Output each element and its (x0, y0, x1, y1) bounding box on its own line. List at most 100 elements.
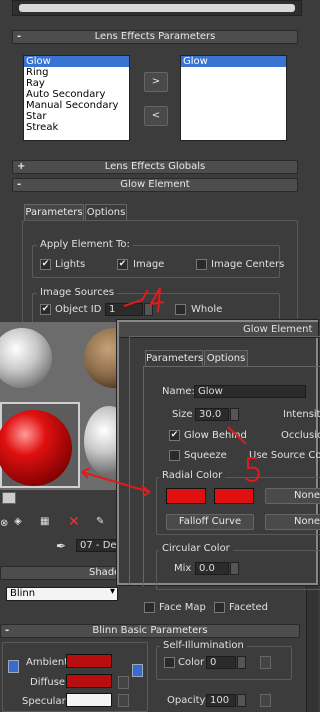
tab-options[interactable]: Options (85, 204, 127, 220)
specular-label: Specular: (22, 696, 69, 707)
tab-options[interactable]: Options (204, 350, 248, 366)
object-id-label: Object ID (55, 304, 102, 315)
squeeze-checkbox[interactable] (169, 450, 180, 461)
ambient-swatch[interactable] (66, 654, 112, 668)
opacity-field[interactable]: 100 (206, 694, 236, 707)
list-item[interactable]: Streak (24, 122, 129, 133)
mix-spinner[interactable] (230, 562, 239, 575)
lights-checkbox[interactable]: ✔ (40, 259, 51, 270)
material-toolbar: ⊗ ◈ ▦ ✕ ✎ (0, 490, 118, 536)
delete-icon[interactable]: ✕ (68, 514, 80, 530)
top-scroll-bar[interactable] (12, 0, 302, 16)
faceted-label: Faceted (229, 602, 269, 613)
blinn-basic-parameters-rollout[interactable]: - Blinn Basic Parameters (0, 624, 300, 638)
rollout-title: Lens Effects Parameters (94, 31, 216, 42)
collapse-icon: - (17, 31, 22, 42)
image-checkbox[interactable]: ✔ (117, 259, 128, 270)
whole-label: Whole (191, 304, 223, 315)
chevron-down-icon[interactable]: ▾ (110, 586, 115, 597)
remove-effect-button[interactable]: < (144, 106, 168, 126)
radial-color-swatch-1[interactable] (166, 488, 206, 504)
sample-type-icon[interactable] (2, 492, 16, 504)
lens-effects-globals-rollout[interactable]: + Lens Effects Globals (12, 160, 298, 174)
list-item[interactable]: Glow (24, 56, 129, 67)
dialog-title: Glow Element (243, 324, 313, 335)
face-map-checkbox[interactable] (144, 602, 155, 613)
list-item[interactable]: Star (24, 111, 129, 122)
squeeze-label: Squeeze (184, 450, 227, 461)
glow-behind-label: Glow Behind (184, 430, 247, 441)
opacity-spinner[interactable] (237, 694, 246, 707)
image-label: Image (133, 259, 165, 270)
radial-map-none-button[interactable]: None (265, 488, 320, 504)
size-spinner[interactable] (230, 408, 239, 421)
lights-label: Lights (55, 259, 86, 270)
available-effects-list[interactable]: Glow Ring Ray Auto Secondary Manual Seco… (23, 55, 130, 141)
active-effects-list[interactable]: Glow (180, 55, 287, 141)
mix-label: Mix (174, 563, 192, 574)
glow-behind-checkbox[interactable]: ✔ (169, 430, 180, 441)
list-item[interactable]: Ray (24, 78, 129, 89)
falloff-curve-button[interactable]: Falloff Curve (166, 514, 254, 530)
mix-field[interactable]: 0.0 (195, 562, 229, 575)
circular-color-label: Circular Color (159, 543, 233, 554)
material-slots-area (0, 322, 144, 490)
opacity-map-button[interactable] (260, 694, 271, 707)
shader-dropdown[interactable]: Blinn (6, 587, 118, 601)
object-id-checkbox[interactable]: ✔ (40, 304, 51, 315)
ambient-lock-button[interactable] (132, 664, 143, 677)
name-label: Name: (162, 386, 195, 397)
glow-element-dialog: Glow Element Parameters Options Name: Gl… (117, 320, 320, 590)
list-item[interactable]: Manual Secondary (24, 100, 129, 111)
intensity-label: Intensity (283, 409, 320, 420)
specular-map-button[interactable] (118, 694, 129, 707)
diffuse-map-button[interactable] (118, 676, 129, 689)
expand-icon: + (17, 161, 26, 172)
faceted-checkbox[interactable] (214, 602, 225, 613)
image-centers-label: Image Centers (211, 259, 285, 270)
collapse-icon: - (5, 625, 10, 636)
face-map-label: Face Map (159, 602, 206, 613)
self-illum-value-field[interactable]: 0 (206, 656, 236, 669)
apply-element-label: Apply Element To: (37, 239, 133, 250)
self-illum-map-button[interactable] (260, 656, 271, 669)
tab-parameters[interactable]: Parameters (145, 350, 203, 366)
specular-swatch[interactable] (66, 693, 112, 707)
list-item[interactable]: Glow (181, 56, 286, 67)
size-label: Size (172, 409, 193, 420)
reset-icon[interactable]: ⊗ (0, 518, 8, 529)
collapse-icon: - (17, 179, 22, 190)
ambient-label: Ambient: (26, 657, 72, 668)
occlusion-label: Occlusion (281, 430, 320, 441)
list-item[interactable]: Ring (24, 67, 129, 78)
make-unique-icon[interactable]: ✎ (96, 516, 104, 527)
put-to-scene-icon[interactable]: ◈ (14, 516, 22, 527)
image-centers-checkbox[interactable] (196, 259, 207, 270)
glow-element-rollout[interactable]: - Glow Element (12, 178, 298, 192)
assign-icon[interactable]: ▦ (40, 516, 49, 527)
diffuse-swatch[interactable] (66, 674, 112, 688)
tab-parameters[interactable]: Parameters (24, 204, 84, 220)
self-illum-spinner[interactable] (237, 656, 246, 669)
self-illum-color-checkbox[interactable] (164, 657, 175, 668)
lens-effects-parameters-rollout[interactable]: - Lens Effects Parameters (12, 30, 298, 44)
opacity-label: Opacity: (167, 695, 209, 706)
self-illumination-label: Self-Illumination (160, 640, 247, 651)
rollout-title: Lens Effects Globals (104, 161, 206, 172)
image-sources-label: Image Sources (37, 287, 118, 298)
name-field[interactable]: Glow (194, 385, 306, 398)
self-illum-color-label: Color (178, 657, 205, 668)
radial-color-swatch-2[interactable] (214, 488, 254, 504)
radial-color-label: Radial Color (159, 470, 226, 481)
annotation-arrow-4 (123, 287, 165, 313)
material-sphere[interactable] (0, 328, 52, 388)
list-item[interactable]: Auto Secondary (24, 89, 129, 100)
falloff-map-none-button[interactable]: None (265, 514, 320, 530)
eyedropper-icon[interactable]: ✒ (56, 539, 66, 553)
size-field[interactable]: 30.0 (195, 408, 229, 421)
lock-icon[interactable] (8, 660, 19, 673)
rollout-title: Blinn Basic Parameters (92, 625, 208, 636)
add-effect-button[interactable]: > (144, 72, 168, 92)
right-scrollbar[interactable] (306, 578, 318, 712)
use-source-color-label: Use Source Color (249, 450, 320, 461)
